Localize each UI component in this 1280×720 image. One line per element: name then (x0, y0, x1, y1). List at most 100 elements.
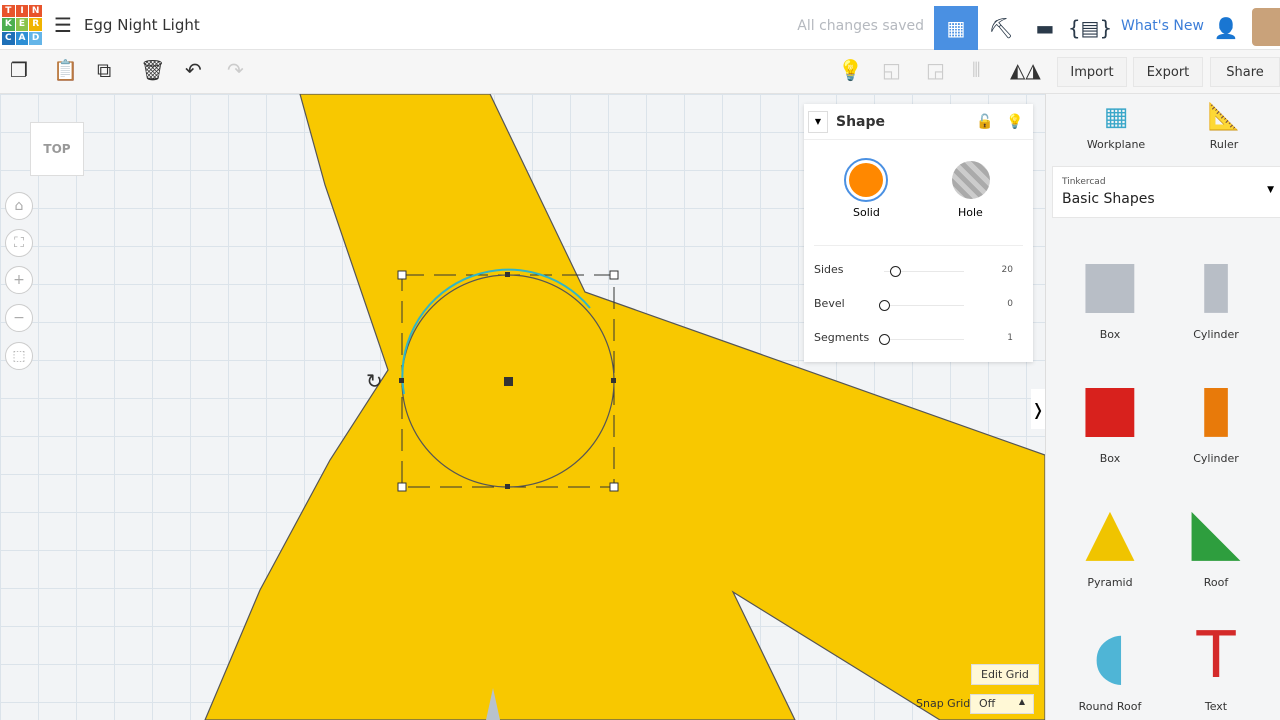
shape-thumbnail-icon: ▮ (1198, 371, 1234, 445)
zoom-out-icon[interactable]: − (5, 304, 33, 332)
divider (814, 245, 1023, 246)
undo-icon[interactable]: ↶ (185, 58, 202, 82)
ruler-button[interactable]: 📐 Ruler (1174, 102, 1274, 151)
inspector-title: Shape (836, 113, 886, 130)
workplane-label: Workplane (1086, 138, 1146, 151)
design-title[interactable]: Egg Night Light (84, 16, 200, 34)
top-bar: T I N K E R C A D ☰ Egg Night Light All … (0, 0, 1280, 50)
sides-slider[interactable] (884, 266, 964, 277)
save-status: All changes saved (797, 18, 924, 34)
ungroup-icon[interactable]: ◲ (926, 58, 945, 82)
logo-letter: C (2, 31, 15, 45)
import-button[interactable]: Import (1057, 57, 1127, 87)
snap-grid-select[interactable]: Off ▲ (970, 694, 1034, 714)
shape-item[interactable]: ◣ Roof (1166, 492, 1266, 589)
export-button[interactable]: Export (1133, 57, 1203, 87)
shape-label: Text (1204, 700, 1228, 713)
ruler-label: Ruler (1209, 138, 1239, 151)
logo-letter: K (2, 18, 15, 31)
copy-icon[interactable]: ❐ (10, 58, 28, 82)
workplane-button[interactable]: ▦ Workplane (1066, 102, 1166, 151)
bevel-value[interactable]: 0 (1007, 299, 1013, 309)
logo-letter: T (2, 4, 15, 18)
library-name: Basic Shapes (1062, 191, 1155, 207)
hole-button[interactable] (952, 161, 990, 199)
blocks-pickaxe-icon[interactable]: ⛏ (979, 6, 1023, 50)
segments-value[interactable]: 1 (1007, 333, 1013, 343)
paste-icon[interactable]: 📋 (53, 58, 78, 82)
solid-button[interactable] (844, 158, 888, 202)
share-button[interactable]: Share (1210, 57, 1280, 87)
bevel-slider[interactable] (879, 300, 964, 311)
shape-item[interactable]: ■ Box (1060, 244, 1160, 341)
workplane-icon: ▦ (1103, 102, 1129, 132)
rotate-handle-icon[interactable]: ↻ (366, 369, 383, 393)
avatar[interactable] (1252, 8, 1280, 46)
duplicate-icon[interactable]: ⧉ (97, 58, 111, 82)
codeblocks-icon[interactable]: {▤} (1068, 6, 1112, 50)
add-user-icon[interactable]: 👤 (1204, 6, 1248, 50)
segments-slider[interactable] (879, 334, 964, 345)
shape-inspector: ▼ Shape 🔓 💡 Solid Hole Sides 20 Bevel 0 … (804, 104, 1033, 362)
lock-icon[interactable]: 🔓 (976, 114, 993, 130)
shape-label: Roof (1203, 576, 1229, 589)
logo-letter: A (15, 31, 29, 45)
edit-grid-button[interactable]: Edit Grid (971, 664, 1039, 685)
collapse-panel-chevron-icon[interactable]: ❭ (1031, 389, 1045, 429)
shape-item[interactable]: T Text (1166, 616, 1266, 713)
logo-letter: N (29, 4, 42, 18)
shape-label: Box (1099, 328, 1121, 341)
solid-swatch (849, 163, 883, 197)
sides-label: Sides (814, 263, 844, 276)
slider-knob[interactable] (879, 300, 890, 311)
delete-icon[interactable]: 🗑 (140, 58, 165, 82)
shape-thumbnail-icon: ▮ (1198, 247, 1234, 321)
lightbulb-icon[interactable]: 💡 (838, 58, 863, 82)
zoom-in-icon[interactable]: + (5, 266, 33, 294)
tinkercad-logo[interactable]: T I N K E R C A D (2, 4, 42, 45)
sides-value[interactable]: 20 (1002, 265, 1013, 275)
shape-label: Box (1099, 452, 1121, 465)
shape-label: Round Roof (1078, 700, 1142, 713)
shape-thumbnail-icon: ▲ (1085, 495, 1135, 569)
shape-item[interactable]: ▮ Cylinder (1166, 368, 1266, 465)
chevron-down-icon: ▼ (1267, 185, 1274, 195)
solid-label: Solid (853, 206, 880, 219)
library-dropdown[interactable]: Tinkercad Basic Shapes ▼ (1052, 166, 1280, 218)
shape-item[interactable]: ▮ Cylinder (1166, 244, 1266, 341)
logo-letter: D (29, 31, 42, 45)
home-view-icon[interactable]: ⌂ (5, 192, 33, 220)
slider-knob[interactable] (890, 266, 901, 277)
perspective-icon[interactable]: ⬚ (5, 342, 33, 370)
shape-label: Cylinder (1193, 452, 1239, 465)
shape-thumbnail-icon: ◖ (1093, 619, 1127, 693)
bricks-icon[interactable]: ▬ (1023, 6, 1067, 50)
shape-label: Pyramid (1087, 576, 1133, 589)
ruler-icon: 📐 (1207, 102, 1241, 132)
logo-letter: R (29, 18, 42, 31)
shape-item[interactable]: ▲ Pyramid (1060, 492, 1160, 589)
slider-knob[interactable] (879, 334, 890, 345)
design-list-icon[interactable]: ☰ (54, 13, 72, 37)
snap-grid-label: Snap Grid (916, 697, 971, 710)
mirror-icon[interactable]: ◭◮ (1010, 58, 1041, 82)
segments-label: Segments (814, 331, 870, 344)
group-icon[interactable]: ◱ (882, 58, 901, 82)
visibility-bulb-icon[interactable]: 💡 (1006, 114, 1023, 130)
shape-thumbnail-icon: ■ (1079, 371, 1141, 445)
align-icon[interactable]: ⫴ (972, 58, 980, 82)
3d-view-button[interactable]: ▦ (934, 6, 978, 50)
shape-item[interactable]: ◖ Round Roof (1060, 616, 1160, 713)
shape-thumbnail-icon: T (1196, 619, 1236, 693)
whats-new-link[interactable]: What's New (1121, 18, 1204, 34)
bevel-label: Bevel (814, 297, 845, 310)
redo-icon[interactable]: ↷ (227, 58, 244, 82)
hole-label: Hole (958, 206, 983, 219)
collapse-inspector-icon[interactable]: ▼ (808, 110, 828, 133)
shape-item[interactable]: ■ Box (1060, 368, 1160, 465)
view-cube[interactable]: TOP (30, 122, 84, 176)
fit-view-icon[interactable]: ⛶ (5, 229, 33, 257)
library-vendor: Tinkercad (1062, 177, 1106, 187)
logo-letter: E (15, 18, 29, 31)
snap-grid-value: Off (979, 697, 996, 710)
